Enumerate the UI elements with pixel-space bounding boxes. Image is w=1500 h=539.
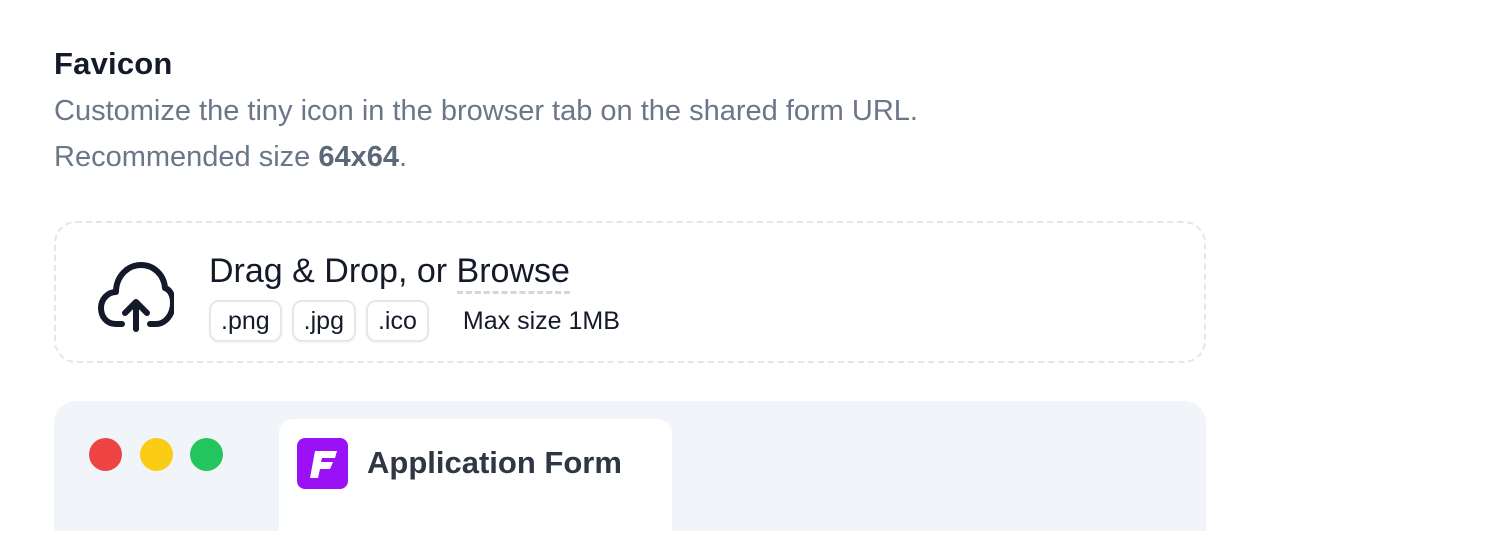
tab-title: Application Form <box>367 445 622 480</box>
browse-link[interactable]: Browse <box>456 252 570 294</box>
brand-f-icon <box>297 438 348 489</box>
section-title: Favicon <box>54 46 173 81</box>
recommended-prefix: Recommended size <box>54 141 319 173</box>
browser-preview: Application Form <box>54 401 1206 539</box>
section-description: Customize the tiny icon in the browser t… <box>54 88 1206 180</box>
drag-drop-text: Drag & Drop, or <box>209 252 457 290</box>
favicon-section: Favicon Customize the tiny icon in the b… <box>54 40 1206 180</box>
format-chips: .png .jpg .ico Max size 1MB <box>209 300 620 342</box>
window-minimize-dot <box>140 438 173 471</box>
browser-tab: Application Form <box>279 419 672 539</box>
format-chip-jpg: .jpg <box>291 300 356 342</box>
dropzone-text: Drag & Drop, or Browse <box>209 249 570 294</box>
cloud-upload-icon <box>98 262 174 332</box>
file-dropzone[interactable]: Drag & Drop, or Browse .png .jpg .ico Ma… <box>54 221 1206 363</box>
format-chip-ico: .ico <box>365 300 429 342</box>
recommended-suffix: . <box>399 141 408 173</box>
format-chip-png: .png <box>209 300 282 342</box>
description-line: Customize the tiny icon in the browser t… <box>54 95 918 127</box>
window-close-dot <box>89 438 122 471</box>
max-size-label: Max size 1MB <box>462 306 620 335</box>
recommended-size: 64x64 <box>318 141 399 173</box>
window-maximize-dot <box>190 438 223 471</box>
